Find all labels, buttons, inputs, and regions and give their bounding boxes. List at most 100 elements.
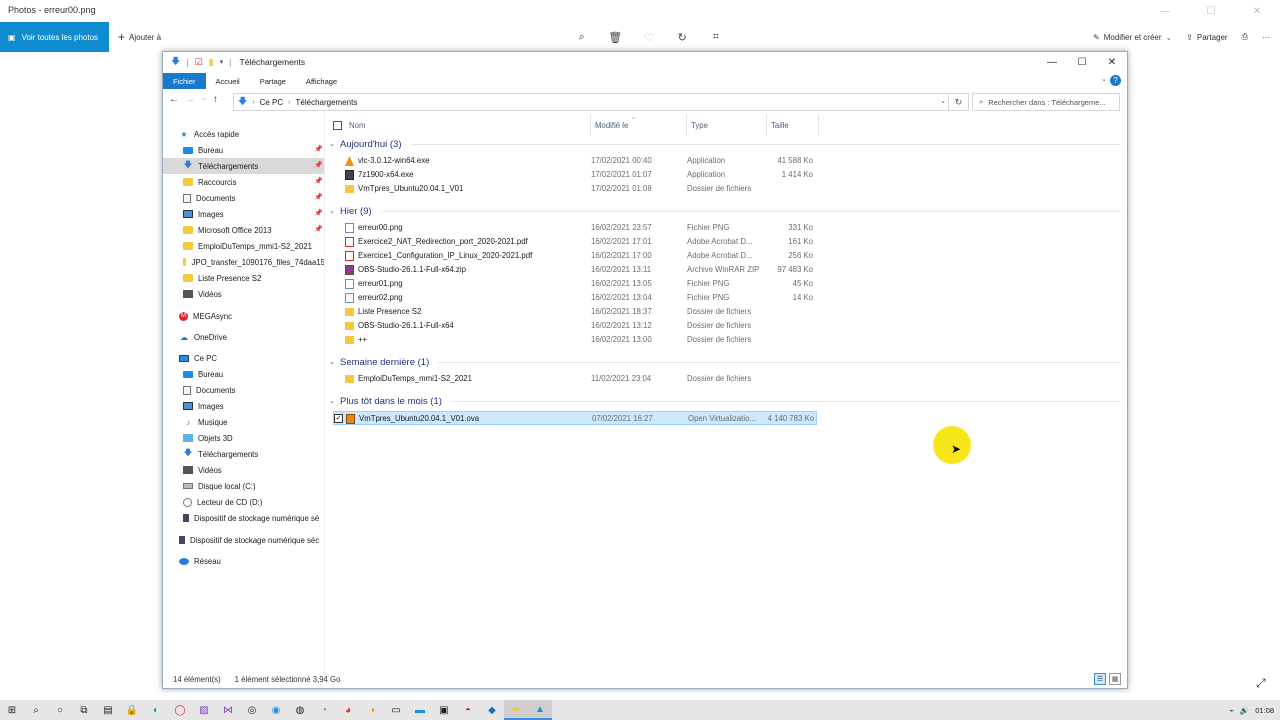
file-row[interactable]: erreur01.png 16/02/2021 13:05 Fichier PNG 4… [333,277,817,291]
file-row[interactable]: erreur02.png 16/02/2021 13:04 Fichier PNG 1… [333,291,817,305]
onenote-icon[interactable]: ▨ [192,700,216,720]
clock[interactable]: 01:08 [1255,706,1274,715]
column-name[interactable]: Nom [345,114,591,136]
properties-icon[interactable]: ☑ [195,57,203,68]
maximize-icon[interactable]: ☐ [1067,52,1097,72]
nav-this-pc[interactable]: Ce PC [179,350,217,366]
more-button[interactable]: ··· [1262,33,1270,42]
address-dropdown-icon[interactable]: ⌄ [940,97,946,105]
row-checkbox[interactable]: ✓ [334,414,343,423]
file-row[interactable]: Exercice1_Configuration_IP_Linux_2020-20… [333,249,817,263]
pane-divider[interactable] [324,112,325,680]
nav-onedrive[interactable]: ☁ OneDrive [179,329,227,345]
messenger-icon[interactable]: ◉ [264,700,288,720]
large-icons-view-icon[interactable]: ▦ [1109,673,1121,685]
nav-pc-bureau[interactable]: Bureau [183,366,325,382]
nav-quick-access[interactable]: ★ Accès rapide [179,126,239,142]
minimize-icon[interactable]: — [1037,52,1067,72]
back-icon[interactable]: ← [169,94,179,105]
search-input[interactable]: ⌕ Rechercher dans : Téléchargeme... [972,93,1120,111]
app-icon[interactable]: ▣ [432,700,456,720]
maximize-icon[interactable]: ☐ [1188,0,1234,22]
zoom-icon[interactable]: ⌕ [565,22,599,52]
cortana-icon[interactable]: ○ [48,700,72,720]
file-explorer-icon[interactable]: ▰ [504,700,528,720]
file-row[interactable]: OBS-Studio-26.1.1-Full-x64.zip 16/02/2021… [333,263,817,277]
address-bar[interactable]: 🡇 › Ce PC › Téléchargements ⌄ ↻ [233,93,969,111]
select-all-checkbox[interactable] [333,121,342,130]
opera-icon[interactable]: ◯ [168,700,192,720]
nav-pc-cd-d[interactable]: Lecteur de CD (D:) [183,494,325,510]
nav-usb-device[interactable]: Dispositif de stockage numérique séc [179,532,325,548]
share-button[interactable]: ⇪ Partager [1186,33,1227,42]
recent-locations-icon[interactable]: ⌄ [201,94,207,105]
nav-pc-images[interactable]: Images [183,398,325,414]
app-icon[interactable]: ◕ [336,700,360,720]
store-icon[interactable]: 🔒 [120,700,144,720]
firefox-icon[interactable]: ◑ [360,700,384,720]
collapse-chevron-icon[interactable]: ⌄ [329,358,337,366]
whatsapp-icon[interactable]: ◔ [312,700,336,720]
nav-pc-usb[interactable]: Dispositif de stockage numérique sé [183,510,325,526]
print-icon[interactable]: ⎙ [1242,32,1248,42]
forward-icon[interactable]: → [185,94,195,105]
nav-item-emploi[interactable]: EmploiDuTemps_mmi1-S2_2021 [183,238,325,254]
expand-ribbon-icon[interactable]: ⌄ [1101,75,1107,83]
crop-icon[interactable]: ⌗ [699,22,733,52]
nav-item-office[interactable]: Microsoft Office 2013 📌 [183,222,325,238]
nav-item-images[interactable]: Images 📌 [183,206,325,222]
app-icon[interactable]: ◎ [240,700,264,720]
file-row[interactable]: ++ 16/02/2021 13:00 Dossier de fichiers [333,333,817,347]
app-icon[interactable]: ▬ [408,700,432,720]
see-all-photos-button[interactable]: ▣ Voir toutes les photos [0,22,109,52]
nav-pc-musique[interactable]: ♪ Musique [183,414,325,430]
file-group-header[interactable]: ⌄ Hier (9) [329,204,1121,218]
search-icon[interactable]: ⌕ [24,700,48,720]
column-type[interactable]: Type [687,114,767,136]
windows-start-icon[interactable]: ⊞ [0,700,24,720]
nav-item-liste[interactable]: Liste Presence S2 [183,270,325,286]
tab-affichage[interactable]: Affichage [296,73,347,89]
up-icon[interactable]: ↑ [213,94,218,105]
photos-app-icon[interactable]: ▲ [528,700,552,720]
nav-pc-telechargements[interactable]: 🡇 Téléchargements [183,446,325,462]
tab-accueil[interactable]: Accueil [206,73,250,89]
file-group-header[interactable]: ⌄ Plus tôt dans le mois (1) [329,394,1121,408]
file-group-header[interactable]: ⌄ Aujourd'hui (3) [329,137,1121,151]
close-icon[interactable]: ✕ [1097,52,1127,72]
nav-item-telechargements[interactable]: 🡇 Téléchargements 📌 [163,158,325,174]
fullscreen-icon[interactable]: ⤢ [1256,676,1266,691]
nav-pc-objets3d[interactable]: Objets 3D [183,430,325,446]
file-row[interactable]: erreur00.png 16/02/2021 23:57 Fichier PNG 3… [333,221,817,235]
file-row[interactable]: EmploiDuTemps_mmi1-S2_2021 11/02/2021 23:… [333,372,817,386]
minimize-icon[interactable]: — [1142,0,1188,22]
network-tray-icon[interactable]: ⌁ [1229,706,1234,715]
nav-item-raccourcis[interactable]: Raccourcis 📌 [183,174,325,190]
nav-item-bureau[interactable]: Bureau 📌 [183,142,325,158]
delete-icon[interactable]: 🗑 [599,22,633,52]
nav-item-documents[interactable]: Documents 📌 [183,190,325,206]
app-icon[interactable]: ◍ [288,700,312,720]
favorite-icon[interactable]: ♡ [632,22,666,52]
nav-pc-documents[interactable]: Documents [183,382,325,398]
file-row[interactable]: 7z1900-x64.exe 17/02/2021 01:07 Applicatio… [333,168,817,182]
nav-megasync[interactable]: M MEGAsync [179,308,232,324]
nav-network[interactable]: Réseau [179,553,221,569]
file-row[interactable]: ✓ VmTpres_Ubuntu20.04.1_V01.ova 07/02/2021… [333,411,817,425]
edit-create-button[interactable]: ✎ Modifier et créer ⌄ [1093,33,1172,42]
tab-fichier[interactable]: Fichier [163,73,206,89]
collapse-chevron-icon[interactable]: ⌄ [329,140,337,148]
refresh-icon[interactable]: ↻ [948,94,968,110]
collapse-chevron-icon[interactable]: ⌄ [329,207,337,215]
details-view-icon[interactable]: ☰ [1094,673,1106,685]
add-to-button[interactable]: + Ajouter à [118,22,161,52]
nav-item-videos[interactable]: Vidéos [183,286,325,302]
breadcrumb-ce-pc[interactable]: Ce PC [260,98,284,107]
file-row[interactable]: OBS-Studio-26.1.1-Full-x64 16/02/2021 13:… [333,319,817,333]
app-icon[interactable]: ▭ [384,700,408,720]
virtualbox-icon[interactable]: ◆ [480,700,504,720]
customize-dropdown-icon[interactable]: ▾ [220,58,224,66]
collapse-chevron-icon[interactable]: ⌄ [329,397,337,405]
close-icon[interactable]: ✕ [1234,0,1280,22]
rotate-icon[interactable]: ↻ [666,22,700,52]
